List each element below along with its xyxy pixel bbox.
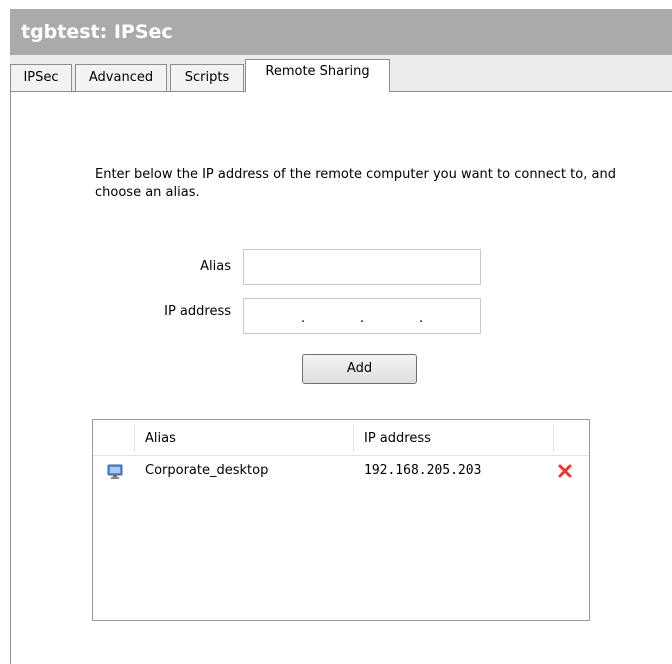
ip-address-label: IP address xyxy=(164,304,231,319)
monitor-icon xyxy=(107,464,123,479)
ip-address-input[interactable]: . . . xyxy=(243,298,481,334)
alias-label: Alias xyxy=(200,259,231,274)
remote-computer-list[interactable]: Alias IP address Corporate_desktop 192.1… xyxy=(92,419,590,621)
column-separator xyxy=(553,424,554,452)
tab-advanced[interactable]: Advanced xyxy=(75,64,167,91)
remote-sharing-panel: Enter below the IP address of the remote… xyxy=(10,92,672,664)
list-row[interactable]: Corporate_desktop 192.168.205.203 xyxy=(93,458,589,484)
column-separator xyxy=(353,424,354,452)
tab-remote-sharing[interactable]: Remote Sharing xyxy=(245,59,390,92)
tab-bar: IPSec Advanced Scripts Remote Sharing xyxy=(10,55,672,92)
delete-icon[interactable] xyxy=(558,464,572,478)
ip-octet-4[interactable] xyxy=(421,299,480,333)
list-header: Alias IP address xyxy=(93,420,589,456)
column-header-ip-address[interactable]: IP address xyxy=(364,420,431,455)
row-ip-address: 192.168.205.203 xyxy=(364,463,482,478)
add-button[interactable]: Add xyxy=(302,354,417,384)
ip-octet-1[interactable] xyxy=(244,299,303,333)
tab-ipsec[interactable]: IPSec xyxy=(10,64,72,91)
ip-octet-2[interactable] xyxy=(303,299,362,333)
ip-octet-3[interactable] xyxy=(362,299,421,333)
row-alias: Corporate_desktop xyxy=(145,463,269,478)
instructions-text: Enter below the IP address of the remote… xyxy=(95,167,616,200)
tab-scripts[interactable]: Scripts xyxy=(170,64,244,91)
window-title: tgbtest: IPSec xyxy=(10,9,672,55)
alias-input[interactable] xyxy=(243,249,481,285)
column-separator xyxy=(134,424,135,452)
column-header-alias[interactable]: Alias xyxy=(145,420,176,455)
